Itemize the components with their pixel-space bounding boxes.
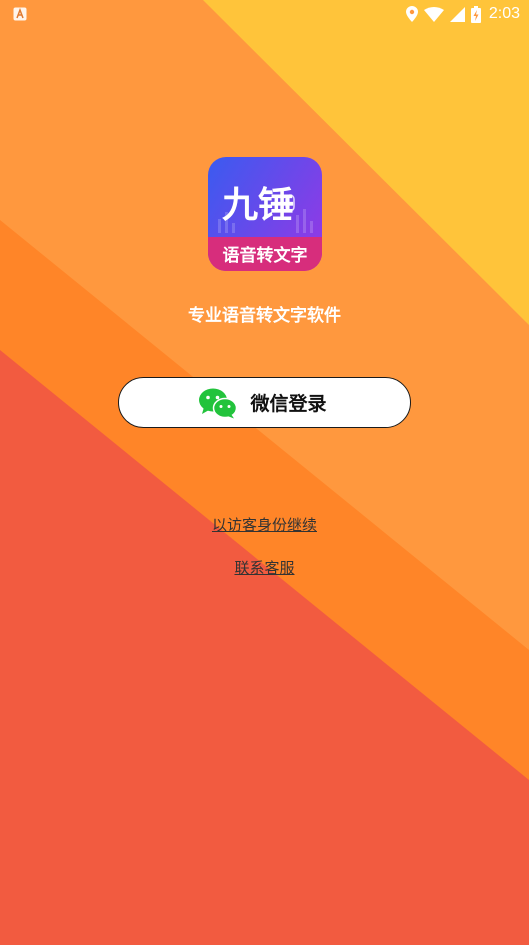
app-slogan: 专业语音转文字软件: [188, 306, 341, 326]
wechat-login-label: 微信登录: [250, 393, 327, 415]
wechat-login-button[interactable]: 微信登录: [118, 377, 411, 428]
signal-icon: [449, 6, 465, 22]
logo-sub-text: 语音转文字: [223, 245, 308, 266]
wifi-icon: [423, 6, 444, 22]
battery-charging-icon: [470, 5, 481, 23]
background: [0, 0, 529, 945]
status-bar: 2:03: [0, 0, 529, 28]
contact-support-link[interactable]: 联系客服: [234, 559, 294, 577]
logo-main-text: 九锤: [222, 185, 294, 226]
status-time: 2:03: [488, 5, 520, 22]
app-logo: 九锤 语音转文字: [208, 157, 322, 271]
wechat-icon: [199, 388, 238, 418]
guest-continue-row: 以访客身份继续: [0, 515, 529, 535]
status-icons: 2:03: [405, 4, 520, 24]
contact-support-row: 联系客服: [0, 558, 529, 578]
a-notification-icon: [13, 7, 27, 21]
location-icon: [405, 6, 418, 22]
guest-continue-link[interactable]: 以访客身份继续: [212, 516, 317, 534]
